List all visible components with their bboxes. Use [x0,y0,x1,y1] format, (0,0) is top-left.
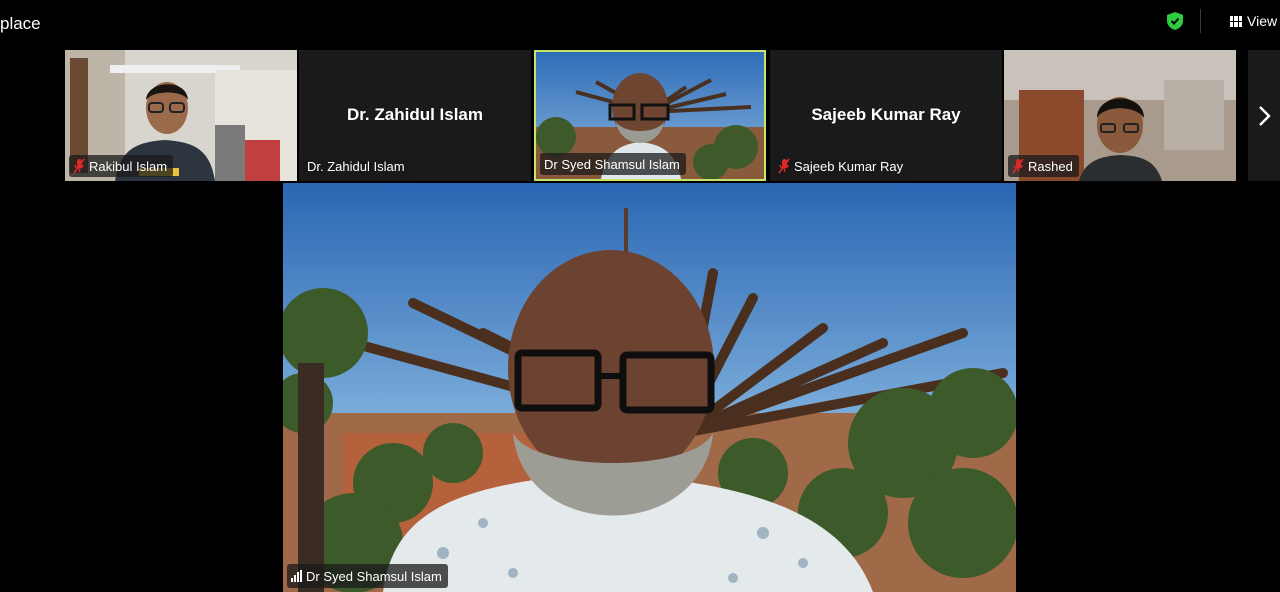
meeting-top-bar: place View [0,0,1280,48]
view-label: View [1247,13,1278,29]
participant-tile[interactable]: Dr. Zahidul Islam Dr. Zahidul Islam [299,50,531,181]
toolbar-divider [1200,9,1201,33]
shield-check-icon[interactable] [1167,12,1183,30]
participant-tile-active[interactable]: Dr Syed Shamsul Islam [534,50,766,181]
participant-name-tag: Sajeeb Kumar Ray [774,155,910,177]
mic-muted-icon [778,158,790,174]
mic-muted-icon [1012,158,1024,174]
speaker-video-frame [283,183,1016,592]
chevron-right-icon [1259,105,1271,126]
participant-name: Sajeeb Kumar Ray [794,158,904,174]
participant-name-tag: Rakibul Islam [69,155,174,177]
window-title: place [0,14,41,33]
signal-strength-icon [291,570,302,582]
speaker-name-tag: Dr Syed Shamsul Islam [287,564,448,588]
participant-name: Rashed [1028,158,1073,174]
participant-name-tag: Rashed [1008,155,1079,177]
participant-name: Dr Syed Shamsul Islam [544,156,680,172]
participant-name: Rakibul Islam [89,158,168,174]
participant-tile[interactable]: Sajeeb Kumar Ray Sajeeb Kumar Ray [770,50,1002,181]
participant-display-name: Dr. Zahidul Islam [346,105,484,124]
participant-name-tag: Dr Syed Shamsul Islam [540,153,686,175]
participant-display-name: Sajeeb Kumar Ray [811,105,961,124]
participant-name-tag: Dr. Zahidul Islam [303,155,411,177]
view-button[interactable]: View [1230,10,1277,32]
next-page-button[interactable] [1248,50,1280,181]
speaker-name: Dr Syed Shamsul Islam [306,568,442,584]
participant-name: Dr. Zahidul Islam [307,158,405,174]
mic-muted-icon [73,158,85,174]
participant-tile[interactable]: Rakibul Islam [65,50,297,181]
grid-icon [1230,15,1242,27]
participant-tile[interactable]: Rashed [1004,50,1236,181]
main-speaker-video[interactable]: Dr Syed Shamsul Islam [283,183,1016,592]
